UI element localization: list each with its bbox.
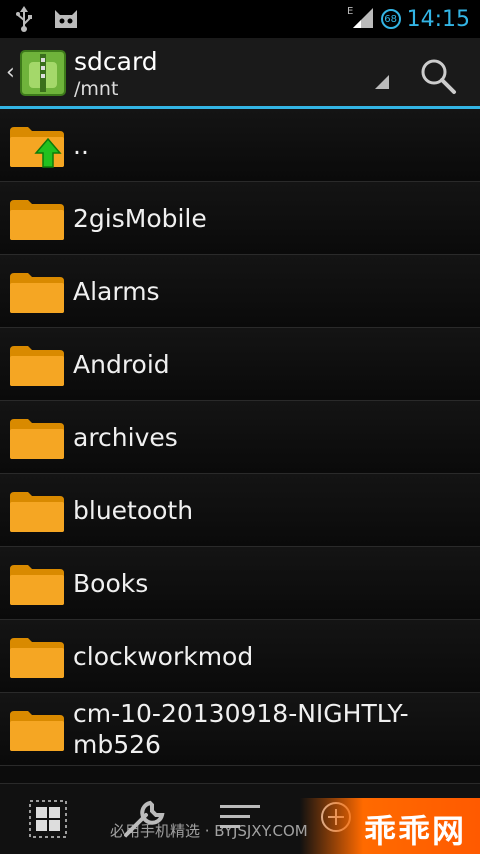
page-title: sdcard [74, 47, 158, 76]
folder-icon [8, 344, 66, 388]
list-item-folder[interactable]: Books [0, 547, 480, 620]
folder-icon [8, 709, 66, 753]
status-bar: E 68 14:15 [0, 0, 480, 38]
dropdown-icon[interactable] [375, 74, 389, 93]
list-item-label: Books [73, 568, 149, 598]
list-item-folder[interactable]: bluetooth [0, 474, 480, 547]
file-list[interactable]: .. 2gisMobile Alarms Android archives bl… [0, 109, 480, 783]
watermark-text: 必用手机精选 · BYJSJXY.COM [110, 822, 308, 840]
folder-up-icon [8, 125, 66, 169]
battery-icon: 68 [380, 9, 401, 29]
search-icon[interactable] [418, 56, 458, 96]
signal-icon: E [347, 4, 375, 34]
usb-icon [14, 6, 34, 36]
list-item-label: 2gisMobile [73, 203, 207, 233]
list-item-folder[interactable]: archives [0, 401, 480, 474]
battery-level: 68 [384, 13, 397, 25]
list-item-folder[interactable]: Alarms [0, 255, 480, 328]
page-subtitle: /mnt [74, 78, 119, 100]
clock: 14:15 [406, 6, 470, 32]
list-item-label: Alarms [73, 276, 160, 306]
list-item-folder[interactable]: cm-10-20130918-NIGHTLY-mb526 [0, 693, 480, 766]
cyanogen-icon [52, 6, 80, 36]
list-item-label: Android [73, 349, 170, 379]
list-item-label: cm-10-20130918-NIGHTLY-mb526 [73, 699, 409, 759]
list-item-folder[interactable]: clockworkmod [0, 620, 480, 693]
svg-text:E: E [347, 6, 353, 17]
list-item-parent[interactable]: .. [0, 109, 480, 182]
title-block[interactable]: sdcard /mnt [74, 47, 158, 101]
folder-icon [8, 563, 66, 607]
action-bar: ‹ sdcard /mnt [0, 38, 480, 106]
list-item-label: .. [73, 130, 89, 160]
app-icon[interactable] [20, 50, 66, 96]
folder-icon [8, 636, 66, 680]
list-item-label: clockworkmod [73, 641, 254, 671]
list-item-label: bluetooth [73, 495, 194, 525]
back-chevron-icon[interactable]: ‹ [6, 60, 15, 85]
watermark-brand-text: 乖乖网 [363, 812, 466, 850]
list-item-label: archives [73, 422, 178, 452]
folder-icon [8, 417, 66, 461]
watermark-brand: 乖乖网 [300, 798, 480, 854]
select-all-icon[interactable] [28, 799, 68, 839]
folder-icon [8, 198, 66, 242]
list-item-folder[interactable]: 2gisMobile [0, 182, 480, 255]
list-item-folder[interactable]: Android [0, 328, 480, 401]
folder-icon [8, 271, 66, 315]
folder-icon [8, 490, 66, 534]
